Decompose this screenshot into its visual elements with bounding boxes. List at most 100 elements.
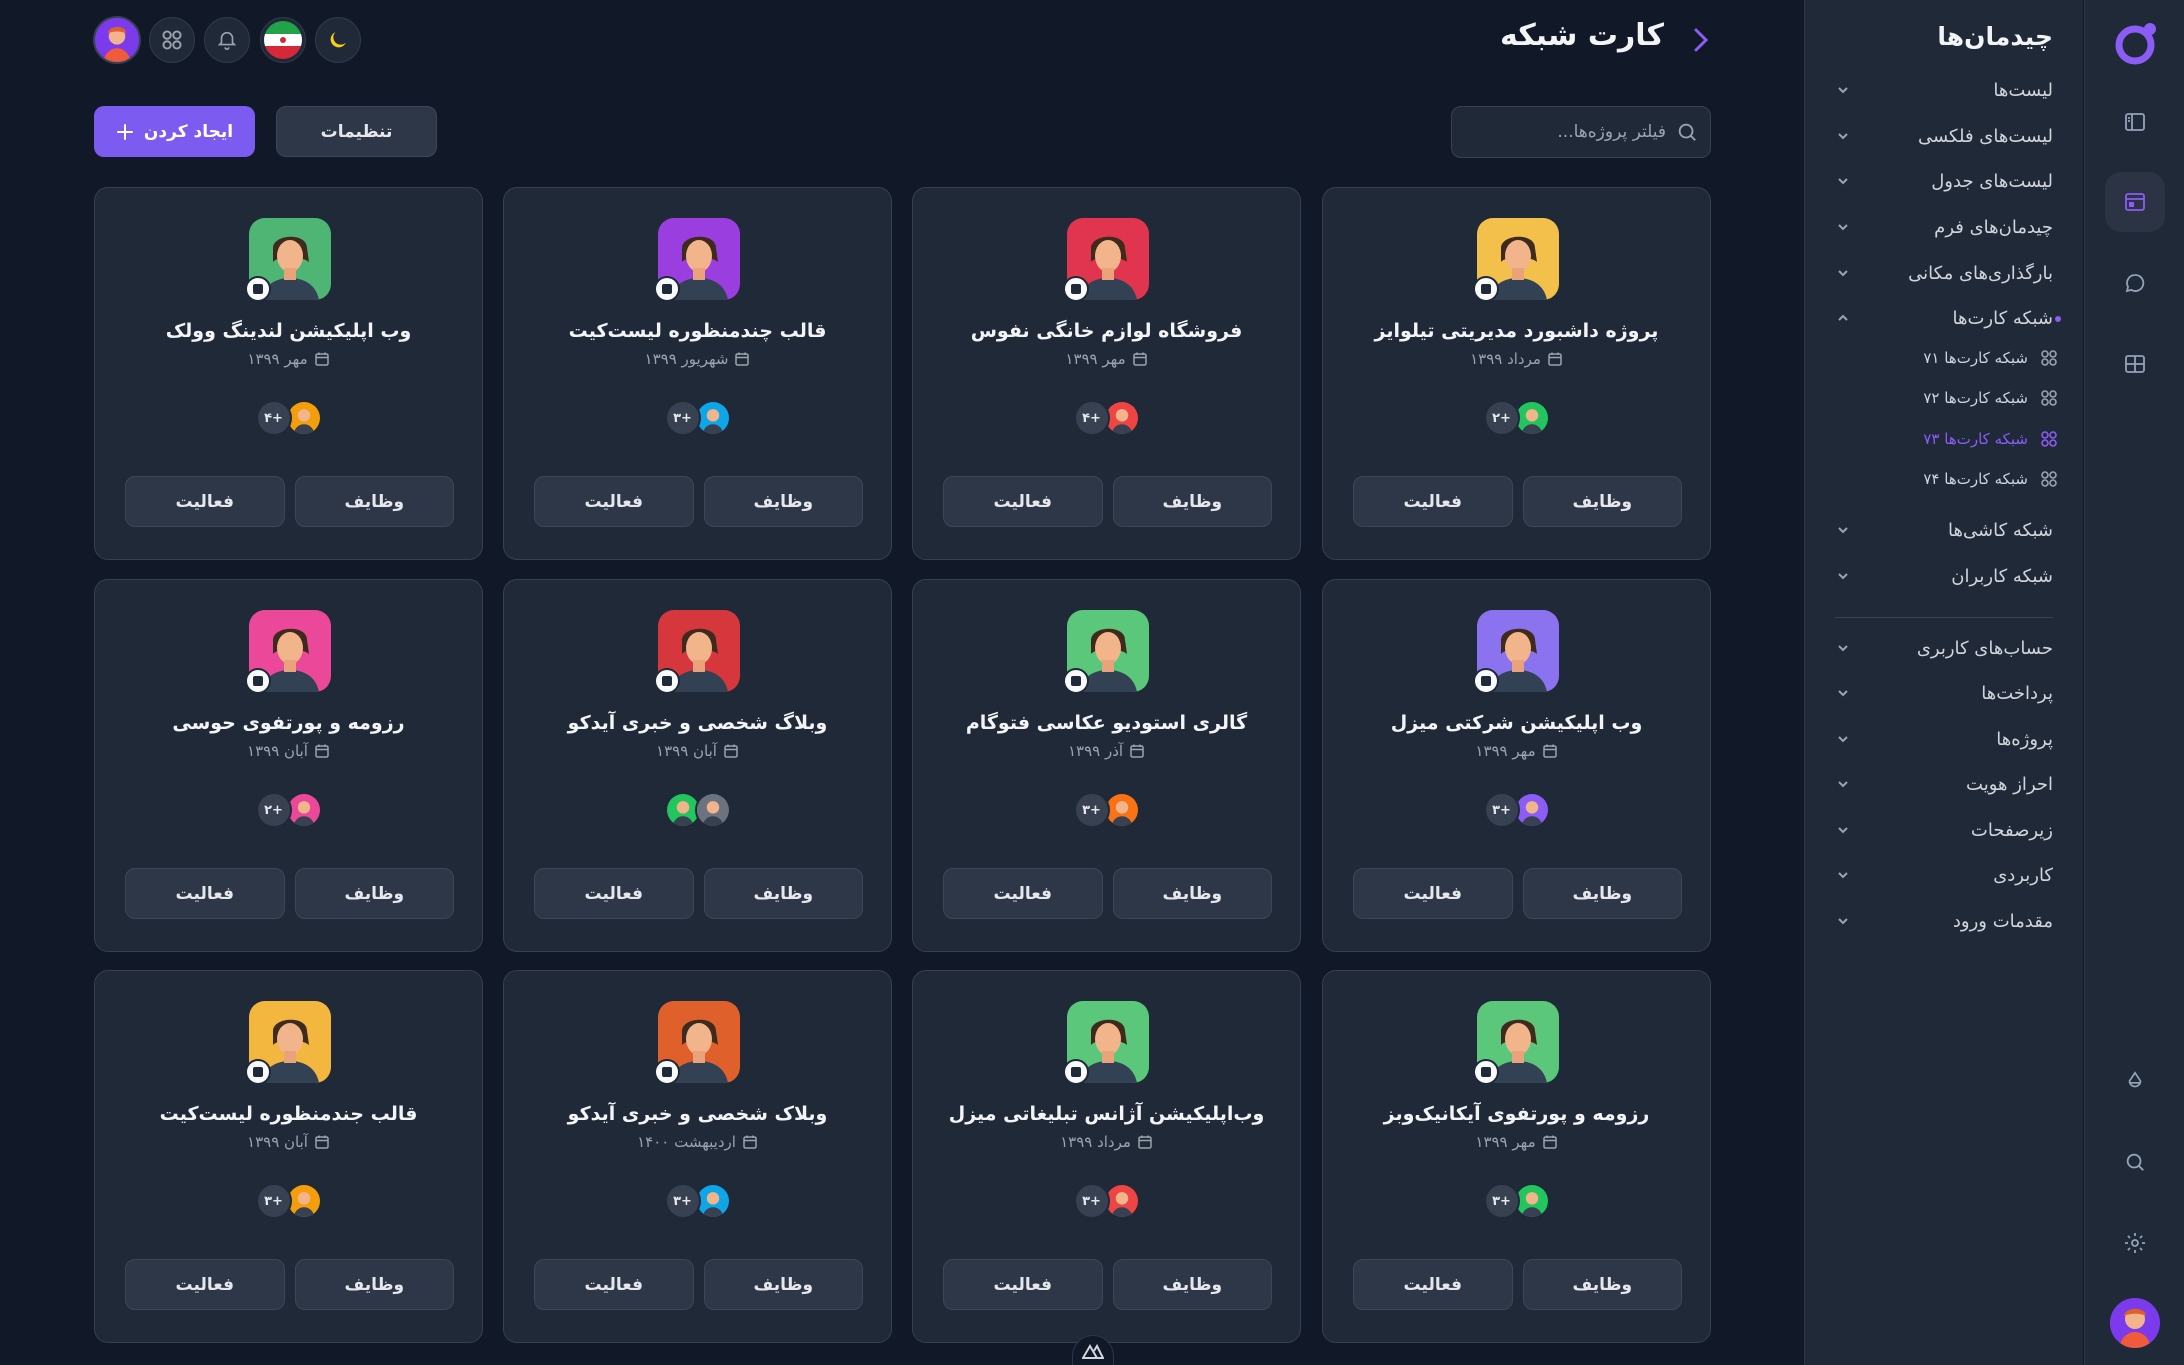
tasks-button[interactable]: وظایف — [1112, 868, 1272, 919]
app-logo[interactable] — [2113, 20, 2159, 66]
activity-button[interactable]: فعالیت — [125, 868, 285, 919]
members-more-count[interactable]: ۳+ — [1073, 792, 1110, 828]
sidebar-subitem-card-grid-72[interactable]: شبکه کارت‌ها ۷۲ — [1923, 383, 2057, 413]
members-more-count[interactable]: ۳+ — [664, 1183, 701, 1219]
members-more-count[interactable]: ۲+ — [255, 792, 292, 828]
project-date-text: مرداد ۱۳۹۹ — [1060, 1133, 1131, 1151]
sidebar-item-auth[interactable]: احراز هویت — [1835, 767, 2053, 801]
tasks-button[interactable]: وظایف — [1522, 1259, 1682, 1310]
activity-button[interactable]: فعالیت — [1353, 1259, 1513, 1310]
project-date-text: مهر ۱۳۹۹ — [1475, 1133, 1536, 1151]
grid-icon[interactable] — [149, 17, 195, 63]
sidebar-item-table-lists[interactable]: لیست‌های جدول — [1835, 164, 2053, 198]
search-input[interactable] — [1466, 122, 1666, 142]
sidebar-item-payments[interactable]: پرداخت‌ها — [1835, 676, 2053, 710]
sidebar-divider — [1835, 617, 2053, 618]
project-card[interactable]: فروشگاه لوازم خانگی نفوس مهر ۱۳۹۹ ۴+ فعا… — [912, 187, 1301, 560]
tasks-button[interactable]: وظایف — [1522, 476, 1682, 527]
user-avatar[interactable] — [93, 16, 141, 64]
tasks-button[interactable]: وظایف — [703, 1259, 863, 1310]
project-card[interactable]: وب‌اپلیکیشن آژانس تبلیغاتی میزل مرداد ۱۳… — [912, 970, 1301, 1343]
activity-button[interactable]: فعالیت — [1353, 868, 1513, 919]
members-more-count[interactable]: ۳+ — [1073, 1183, 1110, 1219]
members-more-count[interactable]: ۲+ — [1483, 400, 1520, 436]
sidebar-item-form-layouts[interactable]: چیدمان‌های فرم — [1835, 210, 2053, 244]
tasks-button[interactable]: وظایف — [294, 476, 454, 527]
sidebar-subitem-card-grid-74[interactable]: شبکه کارت‌ها ۷۴ — [1923, 464, 2057, 494]
moon-icon[interactable] — [315, 17, 361, 63]
activity-button[interactable]: فعالیت — [943, 1259, 1103, 1310]
sidebar-item-user-grids[interactable]: شبکه کاربران — [1835, 559, 2053, 593]
tasks-button[interactable]: وظایف — [1112, 476, 1272, 527]
sidebar-item-onboarding[interactable]: مقدمات ورود — [1835, 904, 2053, 938]
company-logo-badge — [1473, 276, 1499, 302]
members-more-count[interactable]: ۴+ — [255, 400, 292, 436]
bell-icon[interactable] — [204, 17, 250, 63]
sidebar-item-subpages[interactable]: زیرصفحات — [1835, 813, 2053, 847]
project-card[interactable]: وب اپلیکیشن لندینگ وولک مهر ۱۳۹۹ ۴+ فعال… — [94, 187, 483, 560]
project-card[interactable]: گالری استودیو عکاسی فتوگام آذر ۱۳۹۹ ۳+ ف… — [912, 579, 1301, 952]
members-more-count[interactable]: ۳+ — [1483, 1183, 1520, 1219]
activity-button[interactable]: فعالیت — [534, 868, 694, 919]
chevron-down-icon — [1838, 527, 1848, 534]
project-card[interactable]: قالب چندمنظوره لیست‌کیت شهریور ۱۳۹۹ ۳+ ف… — [503, 187, 892, 560]
project-card[interactable]: وبلاک شخصی و خبری آیدکو اردیبهشت ۱۴۰۰ ۳+… — [503, 970, 892, 1343]
sidebar-item-flex-lists[interactable]: لیست‌های فلکسی — [1835, 119, 2053, 153]
activity-button[interactable]: فعالیت — [943, 476, 1103, 527]
project-card[interactable]: وبلاگ شخصی و خبری آیدکو آبان ۱۳۹۹ فعالیت… — [503, 579, 892, 952]
theme-drop-icon[interactable] — [2105, 1051, 2165, 1111]
project-card[interactable]: وب اپلیکیشن شرکتی میزل مهر ۱۳۹۹ ۳+ فعالی… — [1322, 579, 1711, 952]
search-box[interactable] — [1451, 106, 1711, 158]
create-button[interactable]: ایجاد کردن — [94, 106, 255, 157]
activity-button[interactable]: فعالیت — [125, 1259, 285, 1310]
iran-flag-icon[interactable] — [260, 17, 306, 63]
tasks-button[interactable]: وظایف — [703, 476, 863, 527]
activity-button[interactable]: فعالیت — [534, 476, 694, 527]
activity-button[interactable]: فعالیت — [125, 476, 285, 527]
project-card[interactable]: رزومه و پورتفوی آیکانیک‌وبز مهر ۱۳۹۹ ۳+ … — [1322, 970, 1711, 1343]
gear-icon[interactable] — [2105, 1213, 2165, 1273]
sidebar-item-projects[interactable]: پروژه‌ها — [1835, 722, 2053, 756]
sidebar-item-placeloaders[interactable]: بارگذاری‌های مکانی — [1835, 256, 2053, 290]
project-members: ۳+ — [504, 400, 891, 436]
activity-button[interactable]: فعالیت — [1353, 476, 1513, 527]
layout-icon[interactable] — [2105, 172, 2165, 232]
members-more-count[interactable]: ۳+ — [1483, 792, 1520, 828]
sidebar-subitem-card-grid-71[interactable]: شبکه کارت‌ها ۷۱ — [1923, 343, 2057, 373]
members-more-count[interactable]: ۳+ — [664, 400, 701, 436]
project-title: قالب چندمنظوره لیست‌کیت — [568, 320, 827, 342]
sidebar-subitem-card-grid-73[interactable]: شبکه کارت‌ها ۷۳ — [1923, 424, 2057, 454]
settings-button[interactable]: تنظیمات — [276, 106, 437, 157]
sidebar-item-accounts[interactable]: حساب‌های کاربری — [1835, 631, 2053, 665]
project-card[interactable]: پروژه داشبورد مدیریتی تیلوایز مرداد ۱۳۹۹… — [1322, 187, 1711, 560]
tasks-button[interactable]: وظایف — [1522, 868, 1682, 919]
activity-button[interactable]: فعالیت — [534, 1259, 694, 1310]
table-icon[interactable] — [2105, 334, 2165, 394]
chat-icon[interactable] — [2105, 253, 2165, 313]
sidebar-subitem-label: شبکه کارت‌ها ۷۴ — [1923, 470, 2028, 488]
sidebar-item-tile-grids[interactable]: شبکه کاشی‌ها — [1835, 513, 2053, 547]
tasks-button[interactable]: وظایف — [703, 868, 863, 919]
calendar-icon — [1542, 1135, 1557, 1149]
tasks-button[interactable]: وظایف — [294, 1259, 454, 1310]
sidebar-item-utility[interactable]: کاربردی — [1835, 858, 2053, 892]
sidebar-toggle-icon[interactable] — [2105, 92, 2165, 152]
company-logo-badge — [1063, 668, 1089, 694]
chevron-right-icon[interactable] — [1688, 24, 1712, 56]
members-more-count[interactable]: ۴+ — [1073, 400, 1110, 436]
grid-icon — [2041, 431, 2057, 447]
member-avatar[interactable] — [694, 792, 731, 828]
members-more-count[interactable]: ۳+ — [255, 1183, 292, 1219]
tasks-button[interactable]: وظایف — [294, 868, 454, 919]
grid-icon — [2041, 350, 2057, 366]
user-avatar[interactable] — [2110, 1298, 2160, 1348]
sidebar-item-card-grids[interactable]: شبکه کارت‌ها — [1835, 301, 2053, 335]
activity-button[interactable]: فعالیت — [943, 868, 1103, 919]
project-card[interactable]: رزومه و پورتفوی حوسی آبان ۱۳۹۹ ۲+ فعالیت… — [94, 579, 483, 952]
sidebar-item-label: بارگذاری‌های مکانی — [1908, 262, 2053, 284]
project-card[interactable]: قالب جندمنظوره لیست‌کیت آبان ۱۳۹۹ ۳+ فعا… — [94, 970, 483, 1343]
tasks-button[interactable]: وظایف — [1112, 1259, 1272, 1310]
project-date: مهر ۱۳۹۹ — [95, 350, 482, 368]
search-icon[interactable] — [2105, 1132, 2165, 1192]
sidebar-item-lists[interactable]: لیست‌ها — [1835, 73, 2053, 107]
